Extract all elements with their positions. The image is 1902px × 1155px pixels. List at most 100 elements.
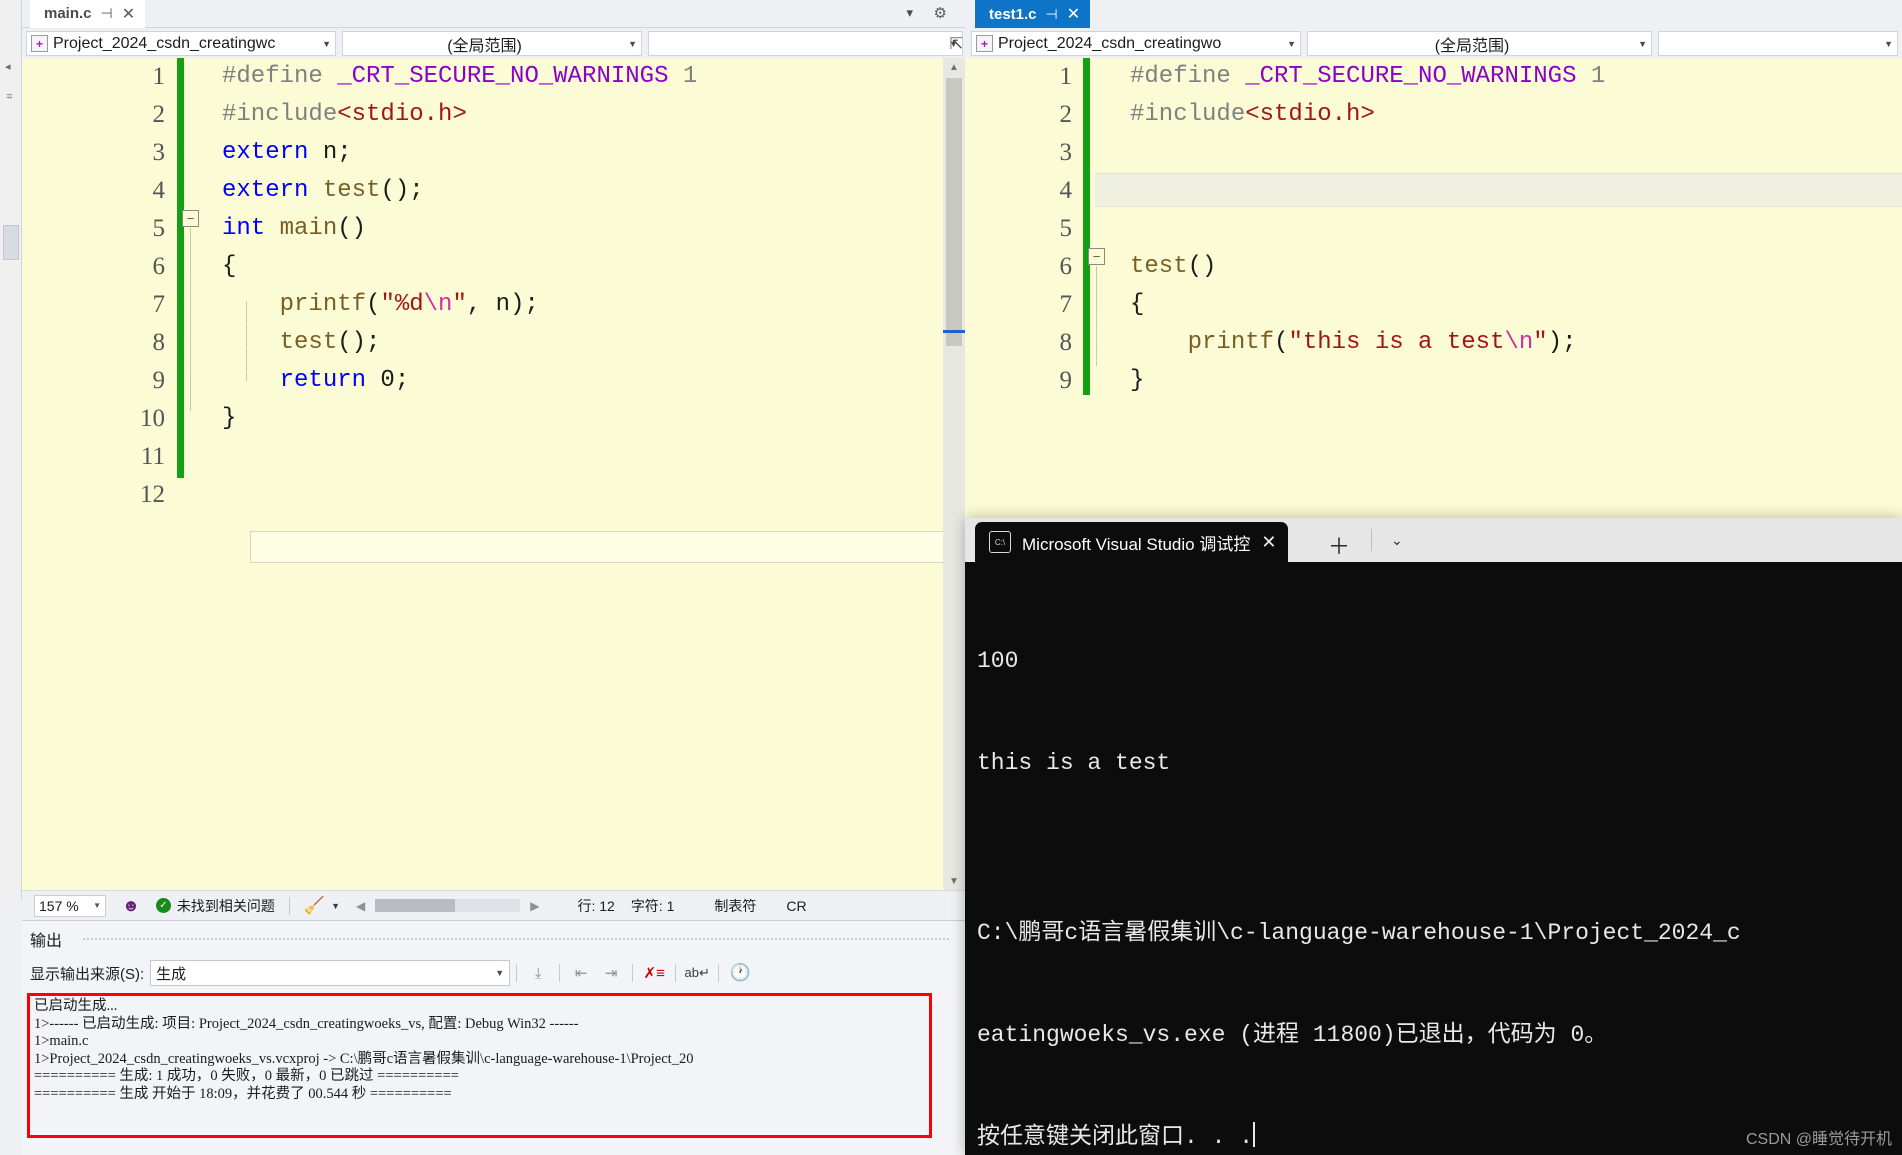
code-token: 1 [1576,63,1606,90]
plus-icon[interactable]: ＋ [1328,529,1350,561]
zoom-level-label: 157 % [39,897,79,914]
chevron-down-icon[interactable]: ▼ [495,968,504,978]
scroll-up-icon[interactable]: ▲ [943,58,965,76]
collapse-chevron-icon[interactable]: ◂ [5,60,11,73]
code-line: } [222,405,236,432]
triangle-left-icon[interactable]: ◀ [356,899,365,913]
horizontal-scroll-control[interactable]: ◀ ▶ [348,891,547,920]
chevron-down-icon[interactable]: ▼ [1287,39,1296,49]
indent-guide-dashed [246,301,247,381]
chevron-down-icon[interactable]: ▼ [93,901,101,910]
right-member-combo[interactable]: ▼ [1658,31,1898,56]
zoom-combo[interactable]: 157 % ▼ [34,894,106,917]
clear-all-icon[interactable]: ✗≡ [639,960,669,986]
line-number: 3 [152,139,166,166]
hscroll-track[interactable] [375,899,521,912]
right-project-combo[interactable]: + Project_2024_csdn_creatingwo ▼ [971,31,1301,56]
code-token: test [1130,253,1188,280]
chevron-down-icon[interactable]: ▼ [322,39,331,49]
left-vertical-toolstrip[interactable]: ◂ ⌗ [0,0,22,900]
scrollbar-caret-marker [943,330,965,333]
right-navigation-bar: + Project_2024_csdn_creatingwo ▼ (全局范围) … [965,28,1902,58]
left-project-combo[interactable]: + Project_2024_csdn_creatingwc ▼ [26,31,336,56]
code-line: #include<stdio.h> [1130,101,1375,128]
navbar-pin-icon[interactable]: ⇱ [950,34,963,54]
code-token: } [1130,367,1145,394]
right-project-label: Project_2024_csdn_creatingwo [998,34,1222,52]
tab-main-c-label: main.c [44,5,92,22]
right-scope-combo[interactable]: (全局范围) ▼ [1307,31,1652,56]
fold-toggle-main[interactable]: − [182,210,199,227]
pin-icon[interactable]: ⊣ [1046,6,1058,23]
code-cleanup-button[interactable]: 🧹 ▼ [296,891,348,920]
gear-icon[interactable]: ⚙ [934,4,947,22]
history-clock-icon[interactable]: 🕐 [725,960,755,986]
line-number: 4 [152,177,166,204]
tab-test1-c[interactable]: test1.c ⊣ ✕ [975,0,1091,28]
divider [632,964,634,982]
output-source-select[interactable]: 生成 ▼ [150,960,511,986]
hscroll-thumb[interactable] [375,899,456,912]
console-output[interactable]: 100 this is a test C:\鹏哥c语言暑假集训\c-langua… [965,562,1902,1155]
triangle-right-icon[interactable]: ▶ [530,899,539,913]
console-line-1: 100 [977,648,1019,674]
problems-indicator[interactable]: ✓ 未找到相关问题 [148,891,283,920]
left-scope-combo[interactable]: (全局范围) ▼ [342,31,642,56]
scrollbar-thumb[interactable] [946,78,962,346]
code-token: (); [380,177,424,204]
code-token: _CRT_SECURE_NO_WARNINGS [337,63,669,90]
indent-guide-dashed [1096,308,1097,366]
console-tab[interactable]: C:\ Microsoft Visual Studio 调试控 ✕ [975,522,1289,562]
close-icon[interactable]: ✕ [1067,4,1080,24]
chevron-down-icon[interactable]: ▼ [628,39,637,49]
chevron-down-icon[interactable]: ▼ [1638,39,1647,49]
navigate-forward-icon[interactable]: ⇥ [596,960,626,986]
strip-handle[interactable] [3,225,19,260]
toolbox-tab-icon[interactable]: ⌗ [4,92,16,103]
left-vertical-scrollbar[interactable]: ▲ ▼ [943,58,965,890]
line-number: 6 [1059,253,1073,280]
jump-to-line-icon[interactable]: ⤓ [523,960,553,986]
navigate-back-icon[interactable]: ⇤ [566,960,596,986]
code-token: () [1187,253,1217,280]
line-number: 11 [140,443,165,470]
chevron-down-icon[interactable]: ▼ [331,901,340,911]
output-source-value: 生成 [156,965,187,983]
toggle-word-wrap-icon[interactable]: ab↵ [682,960,712,986]
column-indicator: 字符: 1 [623,891,683,920]
pin-icon[interactable]: ⊣ [101,5,113,22]
code-line: { [1130,291,1144,318]
left-code-surface[interactable]: #define _CRT_SECURE_NO_WARNINGS 1 #includ… [22,58,965,890]
code-line: printf("%d\n", n); [222,291,539,318]
build-output-text[interactable]: 已启动生成... 1>------ 已启动生成: 项目: Project_202… [27,993,932,1138]
line-number: 9 [152,367,166,394]
code-token: () [337,215,367,242]
scroll-down-icon[interactable]: ▼ [943,872,965,890]
code-token: extern [222,177,309,204]
chevron-down-icon[interactable]: ⌄ [1391,532,1403,549]
left-member-combo[interactable]: ▼ [648,31,963,56]
chevron-down-icon[interactable]: ▼ [1884,39,1893,49]
line-number: 4 [1059,177,1073,204]
tab-overflow-chevron-icon[interactable]: ▾ [906,5,913,21]
current-line-highlight [250,531,965,563]
code-line: #define _CRT_SECURE_NO_WARNINGS 1 [1130,63,1605,90]
feedback-icon[interactable]: ☻ [114,891,148,920]
close-icon[interactable]: ✕ [1261,532,1276,553]
close-icon[interactable]: ✕ [122,4,135,24]
line-number: 2 [1059,101,1073,128]
tabs-label: 制表符 [714,897,757,914]
watermark: CSDN @睡觉待开机 [1745,1131,1892,1148]
code-token: #include [1130,101,1246,128]
fold-toggle-test[interactable]: − [1088,248,1105,265]
zoom-control[interactable]: 157 % ▼ [22,891,114,920]
editor-status-bar: 157 % ▼ ☻ ✓ 未找到相关问题 🧹 ▼ ◀ ▶ 行: 12 字符: 1 … [22,890,965,920]
tab-main-c[interactable]: main.c ⊣ ✕ [30,0,146,28]
console-line-5: eatingwoeks_vs.exe (进程 11800)已退出，代码为 0。 [977,1022,1608,1048]
debug-console-window[interactable]: C:\ Microsoft Visual Studio 调试控 ✕ ＋ ⌄ 10… [965,518,1902,1155]
line-number: 12 [140,481,165,508]
indent-guide [1096,266,1097,308]
